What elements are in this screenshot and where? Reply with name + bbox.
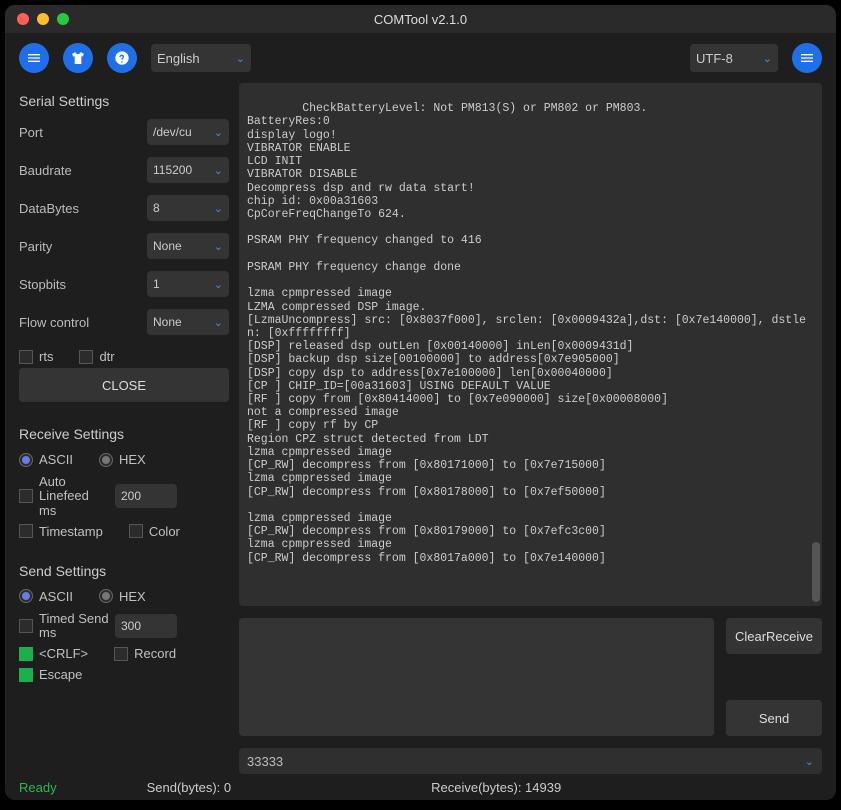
- statusbar: Ready Send(bytes): 0 Receive(bytes): 149…: [5, 774, 836, 800]
- language-select-value: English: [157, 51, 200, 66]
- databytes-select[interactable]: 8 ⌄: [147, 195, 229, 221]
- timestamp-label: Timestamp: [39, 524, 103, 539]
- receive-console[interactable]: CheckBatteryLevel: Not PM813(S) or PM802…: [239, 83, 822, 606]
- help-icon[interactable]: [107, 43, 137, 73]
- databytes-value: 8: [153, 201, 160, 215]
- dtr-checkbox[interactable]: [79, 350, 93, 364]
- encoding-select[interactable]: UTF-8 ⌄: [690, 44, 778, 72]
- app-window: COMTool v2.1.0 English ⌄ UTF-8 ⌄ Serial …: [5, 5, 836, 800]
- port-select[interactable]: /dev/cu ⌄: [147, 119, 229, 145]
- history-select[interactable]: 33333 ⌄: [239, 748, 822, 774]
- close-window-icon[interactable]: [17, 13, 29, 25]
- send-hex-radio[interactable]: [99, 589, 113, 603]
- crlf-checkbox[interactable]: [19, 647, 33, 661]
- chevron-down-icon: ⌄: [214, 316, 223, 329]
- chevron-down-icon: ⌄: [214, 278, 223, 291]
- record-label: Record: [134, 646, 176, 661]
- port-label: Port: [19, 125, 147, 140]
- stopbits-label: Stopbits: [19, 277, 147, 292]
- baudrate-select[interactable]: 115200 ⌄: [147, 157, 229, 183]
- send-settings-title: Send Settings: [19, 563, 229, 579]
- flowcontrol-label: Flow control: [19, 315, 147, 330]
- rts-label: rts: [39, 349, 53, 364]
- scrollbar-thumb[interactable]: [812, 542, 820, 602]
- toolbar: English ⌄ UTF-8 ⌄: [5, 33, 836, 83]
- window-title: COMTool v2.1.0: [374, 12, 467, 27]
- chevron-down-icon: ⌄: [805, 755, 814, 768]
- color-label: Color: [149, 524, 180, 539]
- send-ascii-label: ASCII: [39, 589, 73, 604]
- timed-send-label: Timed Send ms: [39, 612, 109, 641]
- parity-label: Parity: [19, 239, 147, 254]
- receive-settings-title: Receive Settings: [19, 426, 229, 442]
- baudrate-value: 115200: [153, 163, 192, 177]
- language-select[interactable]: English ⌄: [151, 44, 251, 72]
- timed-send-input[interactable]: [115, 614, 177, 638]
- traffic-lights: [5, 13, 69, 25]
- send-ascii-radio[interactable]: [19, 589, 33, 603]
- status-receive-bytes: Receive(bytes): 14939: [431, 780, 561, 795]
- port-value: /dev/cu: [153, 125, 192, 139]
- chevron-down-icon: ⌄: [236, 52, 245, 65]
- receive-hex-radio[interactable]: [99, 453, 113, 467]
- send-button[interactable]: Send: [726, 700, 822, 736]
- flowcontrol-select[interactable]: None ⌄: [147, 309, 229, 335]
- chevron-down-icon: ⌄: [214, 240, 223, 253]
- encoding-select-value: UTF-8: [696, 51, 733, 66]
- crlf-label: <CRLF>: [39, 646, 88, 661]
- send-hex-label: HEX: [119, 589, 146, 604]
- color-checkbox[interactable]: [129, 524, 143, 538]
- main-panel: CheckBatteryLevel: Not PM813(S) or PM802…: [239, 83, 822, 774]
- parity-value: None: [153, 239, 182, 253]
- escape-checkbox[interactable]: [19, 668, 33, 682]
- receive-hex-label: HEX: [119, 452, 146, 467]
- chevron-down-icon: ⌄: [763, 52, 772, 65]
- scrollbar[interactable]: [812, 83, 820, 606]
- clear-receive-button[interactable]: ClearReceive: [726, 618, 822, 654]
- rts-checkbox[interactable]: [19, 350, 33, 364]
- maximize-window-icon[interactable]: [57, 13, 69, 25]
- baudrate-label: Baudrate: [19, 163, 147, 178]
- minimize-window-icon[interactable]: [37, 13, 49, 25]
- dtr-label: dtr: [99, 349, 114, 364]
- escape-label: Escape: [39, 667, 82, 682]
- titlebar: COMTool v2.1.0: [5, 5, 836, 33]
- auto-linefeed-checkbox[interactable]: [19, 489, 33, 503]
- parity-select[interactable]: None ⌄: [147, 233, 229, 259]
- menu-icon[interactable]: [19, 43, 49, 73]
- close-button[interactable]: CLOSE: [19, 368, 229, 402]
- receive-ascii-label: ASCII: [39, 452, 73, 467]
- chevron-down-icon: ⌄: [214, 164, 223, 177]
- databytes-label: DataBytes: [19, 201, 147, 216]
- auto-linefeed-input[interactable]: [115, 484, 177, 508]
- flowcontrol-value: None: [153, 315, 182, 329]
- stopbits-select[interactable]: 1 ⌄: [147, 271, 229, 297]
- sidebar: Serial Settings Port /dev/cu ⌄ Baudrate …: [19, 83, 229, 774]
- chevron-down-icon: ⌄: [214, 126, 223, 139]
- status-ready: Ready: [19, 780, 57, 795]
- chevron-down-icon: ⌄: [214, 202, 223, 215]
- timed-send-checkbox[interactable]: [19, 619, 33, 633]
- history-value: 33333: [247, 754, 283, 769]
- right-menu-icon[interactable]: [792, 43, 822, 73]
- send-textarea[interactable]: [239, 618, 714, 736]
- timestamp-checkbox[interactable]: [19, 524, 33, 538]
- stopbits-value: 1: [153, 277, 160, 291]
- serial-settings-title: Serial Settings: [19, 93, 229, 109]
- console-text: CheckBatteryLevel: Not PM813(S) or PM802…: [247, 102, 806, 564]
- record-checkbox[interactable]: [114, 647, 128, 661]
- status-send-bytes: Send(bytes): 0: [147, 780, 232, 795]
- receive-ascii-radio[interactable]: [19, 453, 33, 467]
- auto-linefeed-label: Auto Linefeed ms: [39, 475, 109, 518]
- shirt-icon[interactable]: [63, 43, 93, 73]
